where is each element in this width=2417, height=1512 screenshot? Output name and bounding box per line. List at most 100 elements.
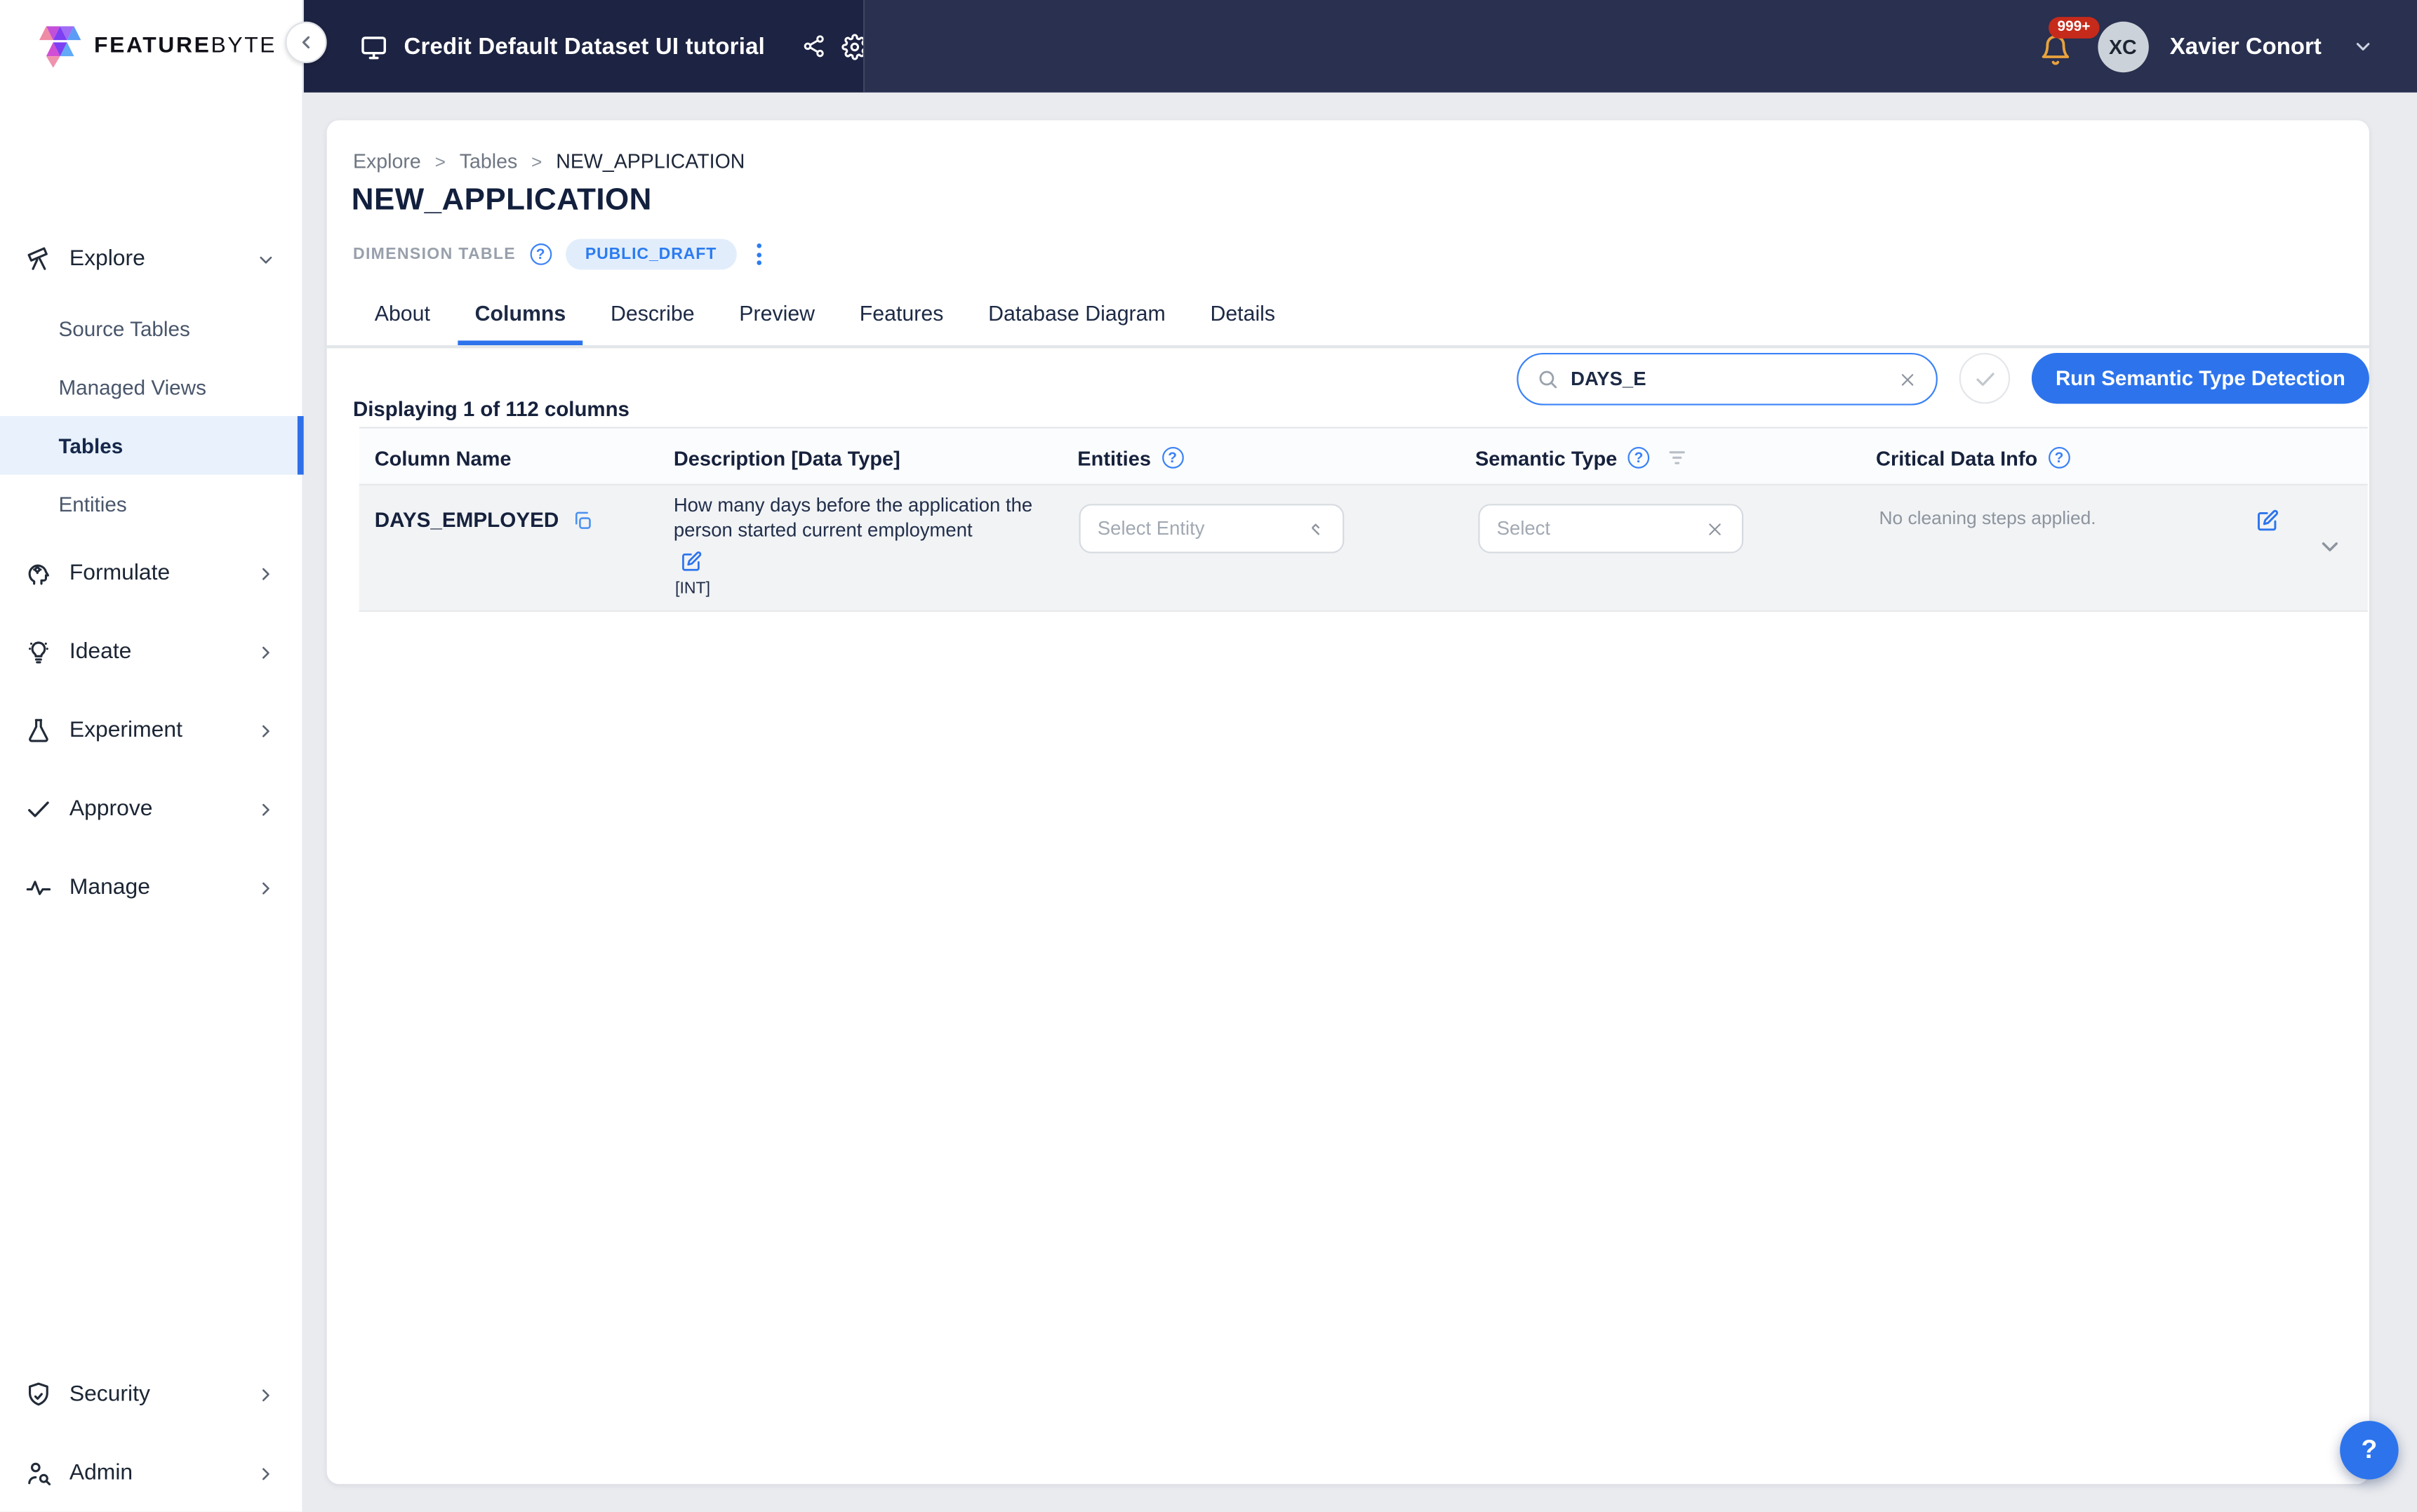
tab-about[interactable]: About — [375, 302, 430, 346]
header-description: Description [Data Type] — [674, 429, 900, 487]
breadcrumb-separator: > — [531, 150, 542, 172]
flask-icon — [25, 716, 55, 744]
tab-columns[interactable]: Columns — [475, 302, 566, 346]
entity-select-placeholder: Select Entity — [1098, 518, 1205, 540]
table-row: DAYS_EMPLOYED How many days before the a… — [359, 486, 2368, 612]
run-semantic-type-detection-button[interactable]: Run Semantic Type Detection — [2032, 353, 2369, 403]
tab-bar: About Columns Describe Preview Features … — [375, 302, 1275, 346]
lightbulb-icon — [25, 638, 55, 666]
edit-description-icon[interactable] — [680, 550, 703, 573]
top-bar-right: 999+ XC Xavier Conort — [863, 0, 2417, 93]
breadcrumb-current: NEW_APPLICATION — [556, 149, 745, 173]
sidebar-item-label: Experiment — [69, 718, 256, 743]
chevron-left-icon — [296, 32, 317, 53]
confirm-selection-button[interactable] — [1959, 353, 2010, 403]
chevron-right-icon — [256, 1384, 277, 1405]
user-menu-chevron-down-icon[interactable] — [2352, 36, 2374, 58]
user-cluster: 999+ XC Xavier Conort — [2039, 21, 2417, 72]
data-type-label: [INT] — [675, 580, 710, 598]
notifications-bell-icon[interactable]: 999+ — [2039, 23, 2076, 69]
help-question-icon[interactable] — [1628, 447, 1650, 469]
brand-logo: FEATUREBYTE — [0, 0, 302, 93]
column-name-cell: DAYS_EMPLOYED — [375, 509, 593, 532]
table-meta-row: DIMENSION TABLE PUBLIC_DRAFT — [353, 239, 768, 269]
columns-count-summary: Displaying 1 of 112 columns — [353, 398, 630, 421]
content-card: Explore > Tables > NEW_APPLICATION NEW_A… — [327, 120, 2369, 1484]
notification-count-badge: 999+ — [2048, 17, 2099, 38]
chevron-down-icon — [256, 249, 277, 269]
header-column-name: Column Name — [375, 429, 512, 487]
sidebar-item-approve[interactable]: Approve — [0, 780, 304, 838]
entity-select[interactable]: Select Entity — [1079, 504, 1345, 553]
pulse-icon — [25, 874, 55, 902]
page-title: NEW_APPLICATION — [352, 183, 652, 219]
app-root: Credit Default Dataset UI tutorial 999+ … — [0, 0, 2417, 1512]
sidebar-item-label: Manage — [69, 876, 256, 900]
monitor-icon — [359, 32, 389, 61]
edit-cleaning-steps-icon[interactable] — [2255, 509, 2279, 533]
breadcrumb-separator: > — [435, 150, 446, 172]
sidebar-item-label: Admin — [69, 1461, 256, 1485]
tab-describe[interactable]: Describe — [611, 302, 695, 346]
project-header: Credit Default Dataset UI tutorial — [304, 0, 863, 93]
sidebar-item-label: Ideate — [69, 640, 256, 664]
check-icon — [1972, 366, 1997, 391]
sidebar-item-label: Formulate — [69, 561, 256, 586]
help-floating-button[interactable]: ? — [2340, 1421, 2398, 1479]
brand-name: FEATUREBYTE — [94, 34, 277, 58]
head-gear-icon — [25, 559, 55, 587]
sidebar-item-security[interactable]: Security — [0, 1365, 304, 1424]
chevrons-up-down-icon — [1305, 519, 1326, 539]
sidebar-item-explore[interactable]: Explore — [0, 229, 304, 288]
featurebyte-logo-icon — [37, 25, 84, 67]
help-question-icon[interactable] — [1161, 447, 1183, 469]
clear-x-icon[interactable] — [1705, 519, 1725, 539]
tab-details[interactable]: Details — [1210, 302, 1275, 346]
search-icon — [1537, 368, 1559, 390]
chevron-right-icon — [256, 642, 277, 662]
share-icon[interactable] — [802, 34, 827, 58]
shield-check-icon — [25, 1381, 55, 1409]
help-question-icon[interactable] — [2049, 447, 2070, 469]
chevron-right-icon — [256, 799, 277, 819]
header-semantic-type: Semantic Type — [1475, 429, 1688, 487]
expand-row-chevron-icon[interactable] — [2317, 533, 2343, 559]
sidebar-item-label: Approve — [69, 797, 256, 822]
breadcrumb-tables[interactable]: Tables — [460, 149, 518, 173]
status-badge: PUBLIC_DRAFT — [565, 239, 736, 269]
tabs-divider — [327, 345, 2369, 348]
sidebar-item-tables[interactable]: Tables — [0, 416, 304, 474]
check-icon — [25, 795, 55, 823]
sidebar-item-label: Explore — [69, 246, 256, 271]
header-critical-data-info: Critical Data Info — [1876, 429, 2070, 487]
copy-icon[interactable] — [571, 509, 593, 531]
sidebar-item-formulate[interactable]: Formulate — [0, 544, 304, 602]
filter-funnel-icon[interactable] — [1667, 447, 1689, 469]
tab-features[interactable]: Features — [860, 302, 944, 346]
semantic-type-placeholder: Select — [1497, 518, 1550, 540]
help-question-icon[interactable] — [530, 243, 552, 265]
tab-preview[interactable]: Preview — [739, 302, 815, 346]
top-bar: Credit Default Dataset UI tutorial 999+ … — [304, 0, 2417, 93]
critical-data-info-text: No cleaning steps applied. — [1879, 507, 2096, 529]
sidebar-collapse-button[interactable] — [285, 22, 326, 63]
sidebar-item-admin[interactable]: Admin — [0, 1444, 304, 1502]
semantic-type-select[interactable]: Select — [1478, 504, 1743, 553]
kebab-menu-icon[interactable] — [751, 241, 768, 269]
user-search-icon — [25, 1459, 55, 1487]
column-name: DAYS_EMPLOYED — [375, 509, 559, 532]
breadcrumb-explore[interactable]: Explore — [353, 149, 421, 173]
clear-search-icon[interactable] — [1898, 369, 1918, 389]
chevron-right-icon — [256, 1464, 277, 1484]
sidebar-item-manage[interactable]: Manage — [0, 858, 304, 916]
sidebar-item-managed-views[interactable]: Managed Views — [0, 358, 304, 416]
table-type-label: DIMENSION TABLE — [353, 245, 516, 263]
sidebar-item-experiment[interactable]: Experiment — [0, 701, 304, 759]
sidebar-item-ideate[interactable]: Ideate — [0, 622, 304, 681]
tab-database-diagram[interactable]: Database Diagram — [988, 302, 1166, 346]
user-name: Xavier Conort — [2170, 33, 2322, 59]
sidebar-item-source-tables[interactable]: Source Tables — [0, 299, 304, 357]
user-avatar[interactable]: XC — [2098, 21, 2148, 72]
search-input[interactable] — [1571, 368, 1885, 390]
sidebar-item-entities[interactable]: Entities — [0, 475, 304, 533]
